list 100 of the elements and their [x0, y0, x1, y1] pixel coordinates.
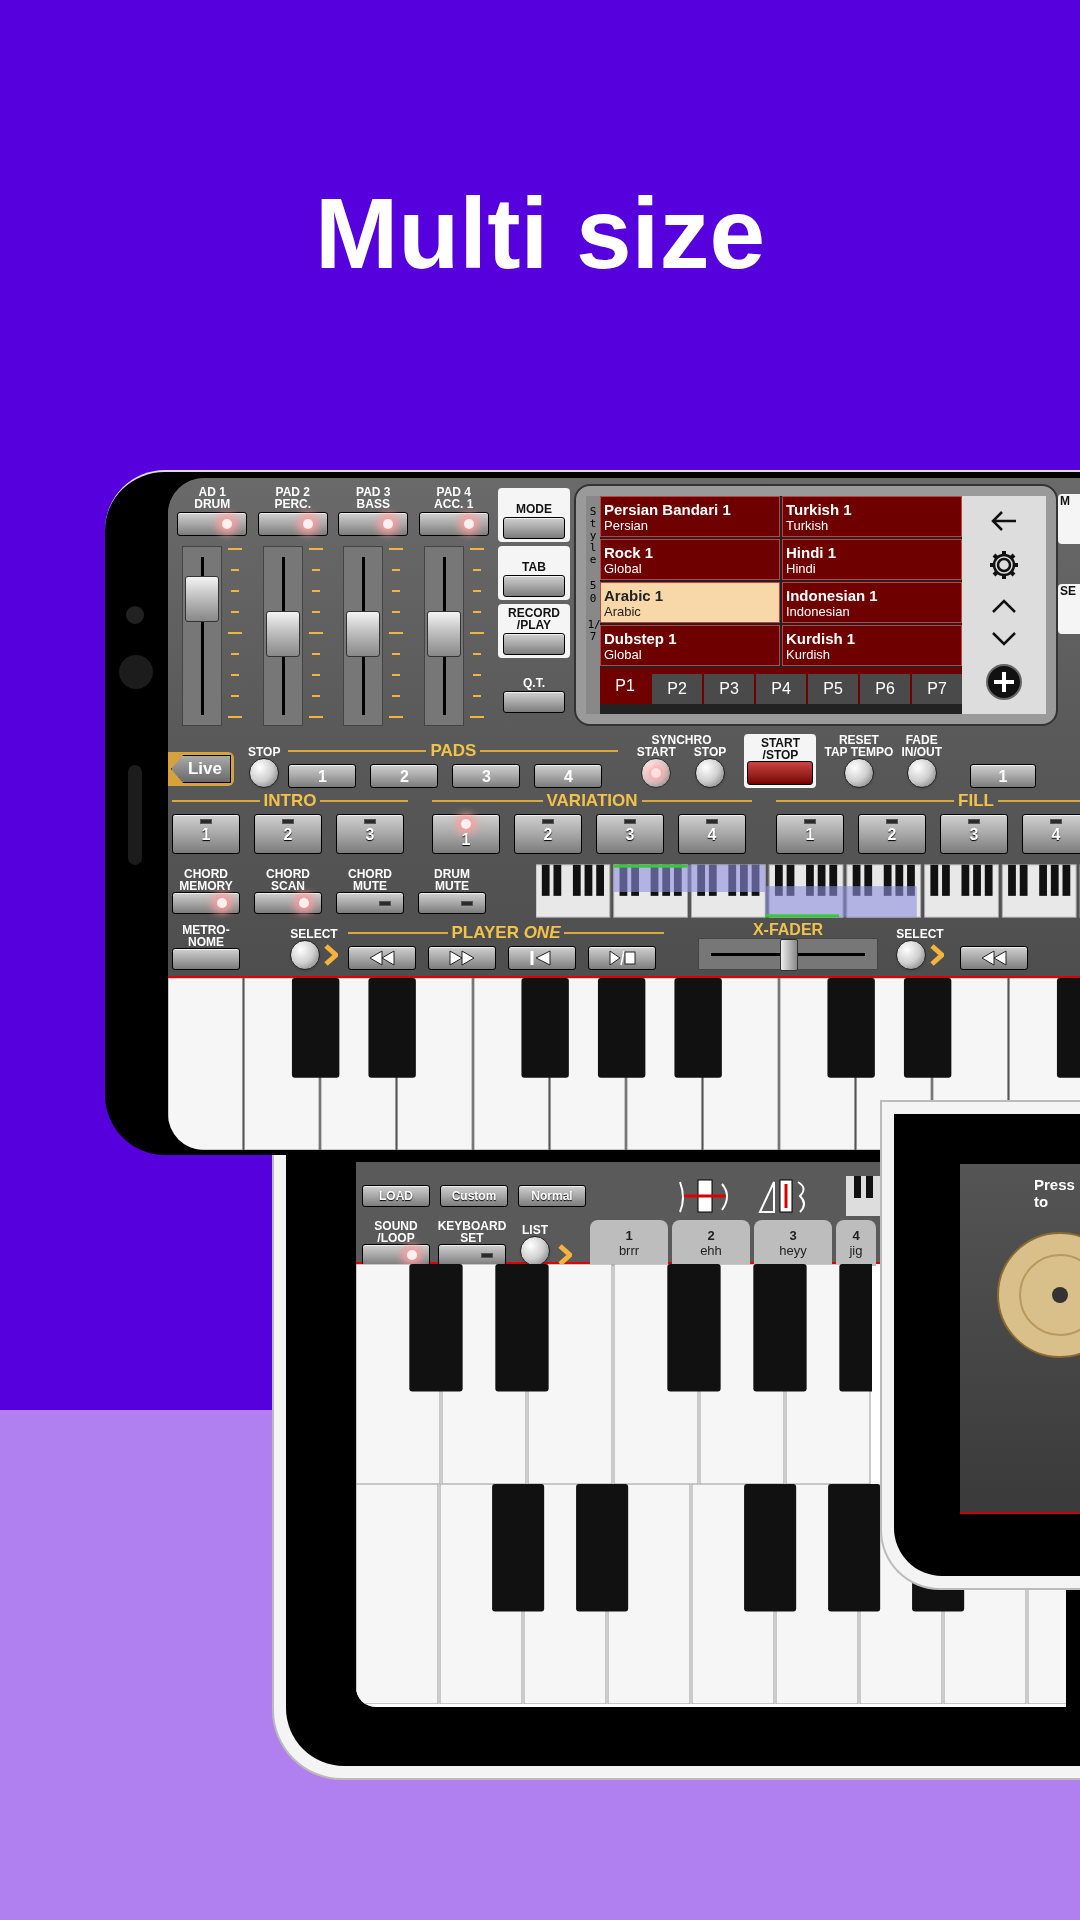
stop-knob[interactable]: [695, 758, 725, 788]
section-button[interactable]: 2: [254, 814, 322, 854]
panel-button[interactable]: [503, 691, 565, 713]
fade-knob[interactable]: [906, 758, 937, 788]
toggle-button[interactable]: [438, 1244, 506, 1266]
preset-button[interactable]: Normal: [518, 1185, 586, 1207]
slot-number: 3: [789, 1227, 797, 1243]
pad-label: PAD 4 ACC. 1: [434, 486, 474, 510]
chord-button[interactable]: [254, 892, 322, 914]
section-button[interactable]: 4: [678, 814, 746, 854]
reset-label: RESET TAP TEMPO: [824, 734, 894, 758]
tempo-knob[interactable]: [843, 758, 874, 788]
chevron-down-icon: [991, 630, 1017, 647]
style-item[interactable]: Hindi 1 Hindi: [782, 539, 962, 580]
pad-button[interactable]: 2: [370, 764, 439, 788]
fader-thumb[interactable]: [265, 611, 300, 658]
pad-button[interactable]: [338, 512, 409, 536]
toggle-button[interactable]: [362, 1244, 430, 1266]
pad-button[interactable]: [257, 512, 328, 536]
slot-number: 4: [852, 1227, 860, 1243]
page-info: 1/7: [587, 618, 599, 643]
chord-button[interactable]: [418, 892, 486, 914]
pad-button[interactable]: [418, 512, 489, 536]
start-label: START: [636, 746, 676, 758]
section-button[interactable]: 1: [776, 814, 844, 854]
page-tab[interactable]: P2: [652, 674, 702, 704]
sound-slot[interactable]: 1 brrr: [590, 1220, 668, 1266]
button-label: Q.T.: [523, 677, 545, 689]
section-title: PADS: [430, 742, 477, 760]
settings-icon: [988, 549, 1020, 582]
section-button[interactable]: 1: [432, 814, 500, 854]
sound-slot[interactable]: 4 jig: [836, 1220, 876, 1266]
page-tab[interactable]: P4: [756, 674, 806, 704]
chord-button[interactable]: [336, 892, 404, 914]
section-button[interactable]: 2: [514, 814, 582, 854]
slot-name: heyy: [779, 1242, 807, 1259]
section-button[interactable]: 3: [940, 814, 1008, 854]
fader-thumb[interactable]: [346, 611, 381, 658]
section-button[interactable]: 3: [336, 814, 404, 854]
transport-button[interactable]: [428, 946, 496, 970]
fade-label: FADE IN/OUT: [901, 734, 943, 758]
list-knob[interactable]: [520, 1236, 550, 1266]
pad-button[interactable]: 1: [970, 764, 1037, 788]
section-button[interactable]: 4: [1022, 814, 1080, 854]
chord-button[interactable]: [172, 892, 240, 914]
pad-button[interactable]: [177, 512, 248, 536]
live-button[interactable]: Live: [171, 755, 231, 783]
start-stop-button[interactable]: [747, 761, 814, 785]
button-label: RECORD /PLAY: [508, 607, 560, 631]
button-label: START /STOP: [760, 737, 800, 761]
section-button[interactable]: 3: [596, 814, 664, 854]
fast-forward-icon: [448, 949, 476, 967]
pad-button[interactable]: 4: [534, 764, 603, 788]
crossfader-thumb[interactable]: [780, 939, 798, 971]
style-name: Kurdish 1: [786, 629, 857, 647]
button-label: TAB: [522, 561, 546, 573]
pad-button[interactable]: 3: [452, 764, 521, 788]
add-icon: [986, 663, 1022, 700]
style-item[interactable]: Turkish 1 Turkish: [782, 496, 962, 537]
button-label: SE: [1058, 584, 1080, 634]
pad-button[interactable]: 1: [288, 764, 357, 788]
transport-button[interactable]: [588, 946, 656, 970]
style-item[interactable]: Arabic 1 Arabic: [600, 582, 780, 623]
transport-button[interactable]: [960, 946, 1028, 970]
stop-knob[interactable]: [249, 758, 280, 788]
sound-slot[interactable]: 2 ehh: [672, 1220, 750, 1266]
button-number: 3: [625, 826, 635, 844]
select-knob[interactable]: [290, 940, 320, 970]
style-category: Hindi: [786, 560, 817, 576]
metronome-button[interactable]: [172, 948, 240, 970]
section-button[interactable]: 1: [172, 814, 240, 854]
style-item[interactable]: Rock 1 Global: [600, 539, 780, 580]
slot-name: jig: [849, 1242, 863, 1259]
panel-button[interactable]: [503, 517, 565, 539]
style-item[interactable]: Kurdish 1 Kurdish: [782, 625, 962, 666]
section-title: VARIATION: [546, 792, 638, 810]
page-tab[interactable]: P5: [808, 674, 858, 704]
start-knob[interactable]: [641, 758, 672, 788]
select-knob[interactable]: [896, 940, 926, 970]
style-category: Persian: [604, 517, 650, 533]
headline: Multi size: [313, 178, 767, 288]
preset-button[interactable]: LOAD: [362, 1185, 430, 1207]
page-tab[interactable]: P3: [704, 674, 754, 704]
section-button[interactable]: 2: [858, 814, 926, 854]
transport-button[interactable]: [508, 946, 576, 970]
fader-thumb[interactable]: [426, 611, 461, 658]
preset-button[interactable]: Custom: [440, 1185, 508, 1207]
style-item[interactable]: Indonesian 1 Indonesian: [782, 582, 962, 623]
style-category: Arabic: [604, 603, 642, 619]
panel-button[interactable]: [503, 633, 565, 655]
fader-thumb[interactable]: [185, 576, 220, 623]
transport-button[interactable]: [348, 946, 416, 970]
page-tab[interactable]: P7: [912, 674, 962, 704]
style-item[interactable]: Persian Bandari 1 Persian: [600, 496, 780, 537]
sound-slot[interactable]: 3 heyy: [754, 1220, 832, 1266]
button-label: CHORD MUTE: [348, 868, 392, 892]
page-tab[interactable]: P6: [860, 674, 910, 704]
button-label: M: [1058, 494, 1080, 544]
style-item[interactable]: Dubstep 1 Global: [600, 625, 780, 666]
panel-button[interactable]: [503, 575, 565, 597]
